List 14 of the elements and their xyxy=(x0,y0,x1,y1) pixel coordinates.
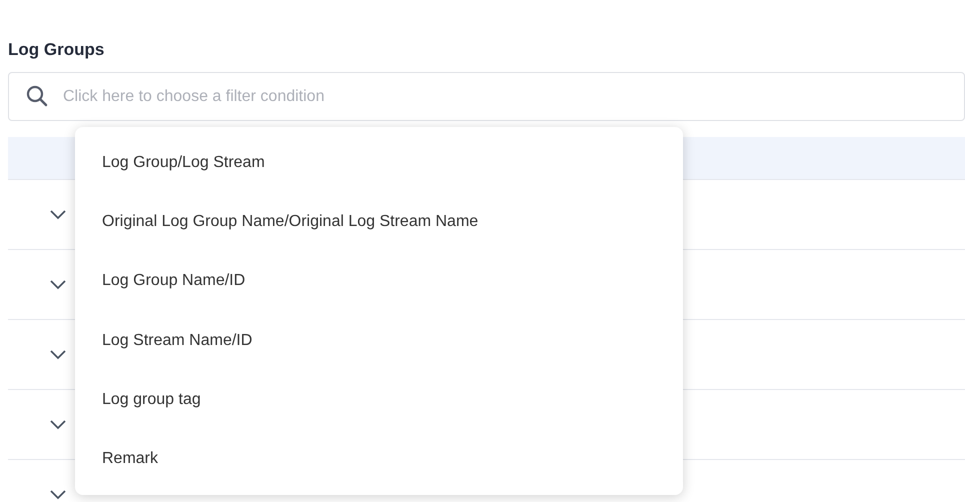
search-icon xyxy=(26,85,48,107)
filter-option[interactable]: Log group tag xyxy=(75,370,683,430)
search-field[interactable]: Click here to choose a filter condition xyxy=(8,72,965,121)
filter-option[interactable]: Remark xyxy=(75,430,683,489)
filter-option[interactable]: Log Stream Name/ID xyxy=(75,310,683,370)
page-title: Log Groups xyxy=(8,39,106,61)
chevron-down-icon[interactable] xyxy=(50,280,66,290)
filter-option[interactable]: Log Group Name/ID xyxy=(75,252,683,311)
filter-option[interactable]: Log Group/Log Stream xyxy=(75,133,683,192)
chevron-down-icon[interactable] xyxy=(50,420,66,430)
filter-option[interactable]: Original Log Group Name/Original Log Stream Name xyxy=(75,192,683,252)
chevron-down-icon[interactable] xyxy=(50,350,66,360)
chevron-down-icon[interactable] xyxy=(50,490,66,500)
chevron-down-icon[interactable] xyxy=(50,210,66,220)
